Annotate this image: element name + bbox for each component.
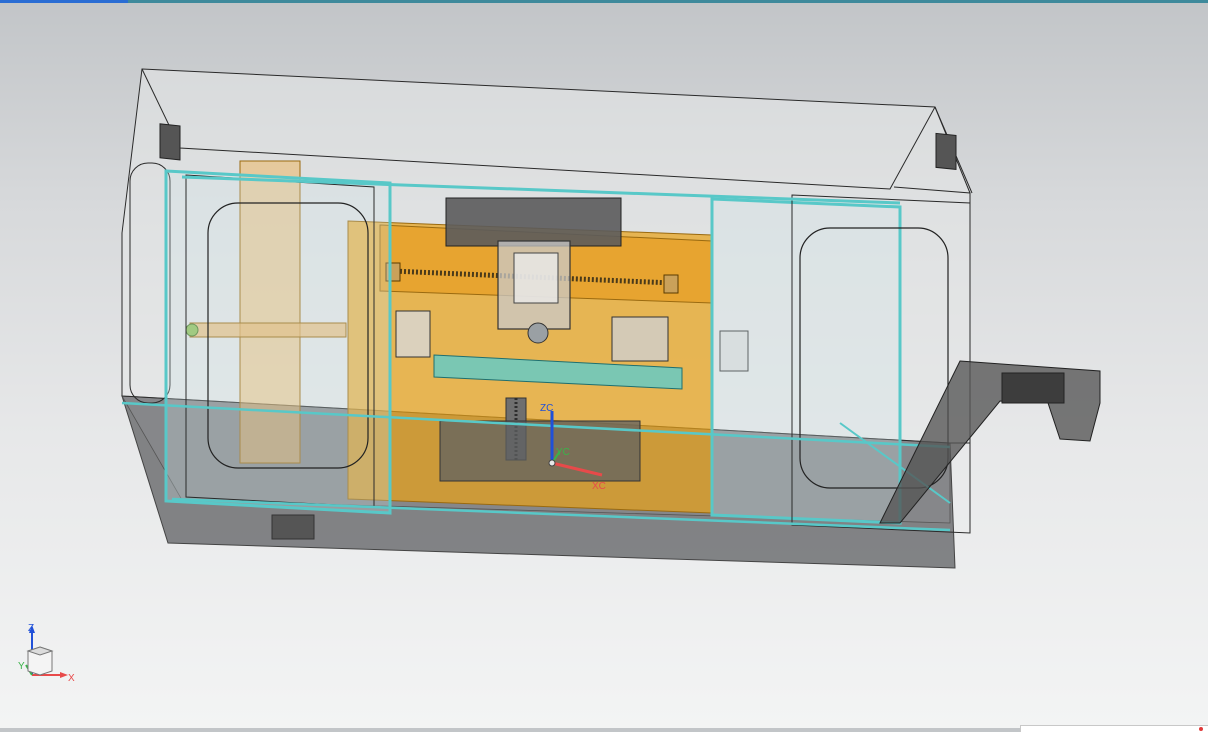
wcs-yc-label: YC — [556, 447, 570, 458]
graphics-viewport[interactable]: ZC YC XC Z Y X — [0, 3, 1208, 732]
status-corner-tab[interactable] — [1020, 725, 1208, 732]
motor-left — [395, 310, 431, 358]
triad-z-label: Z — [28, 623, 34, 634]
door-frame-right — [710, 197, 902, 525]
base-foot — [271, 514, 315, 540]
machine-model-scene[interactable]: ZC YC XC — [0, 3, 1208, 728]
triad-x-label: X — [68, 673, 75, 684]
chip-conveyor-box — [1001, 372, 1065, 404]
motor-right-assembly — [611, 316, 669, 362]
spindle-nose — [527, 322, 549, 344]
view-triad-icon[interactable]: Z Y X — [14, 619, 84, 689]
ballscrew-end-right — [663, 274, 679, 294]
wcs-xc-label: XC — [592, 481, 606, 492]
enclosure-bracket-right — [935, 132, 957, 171]
spindle-head — [513, 252, 559, 304]
enclosure-bracket-left — [159, 123, 181, 161]
machine-back-plate — [445, 197, 622, 247]
triad-y-label: Y — [18, 661, 25, 672]
wcs-zc-label: ZC — [540, 403, 553, 414]
